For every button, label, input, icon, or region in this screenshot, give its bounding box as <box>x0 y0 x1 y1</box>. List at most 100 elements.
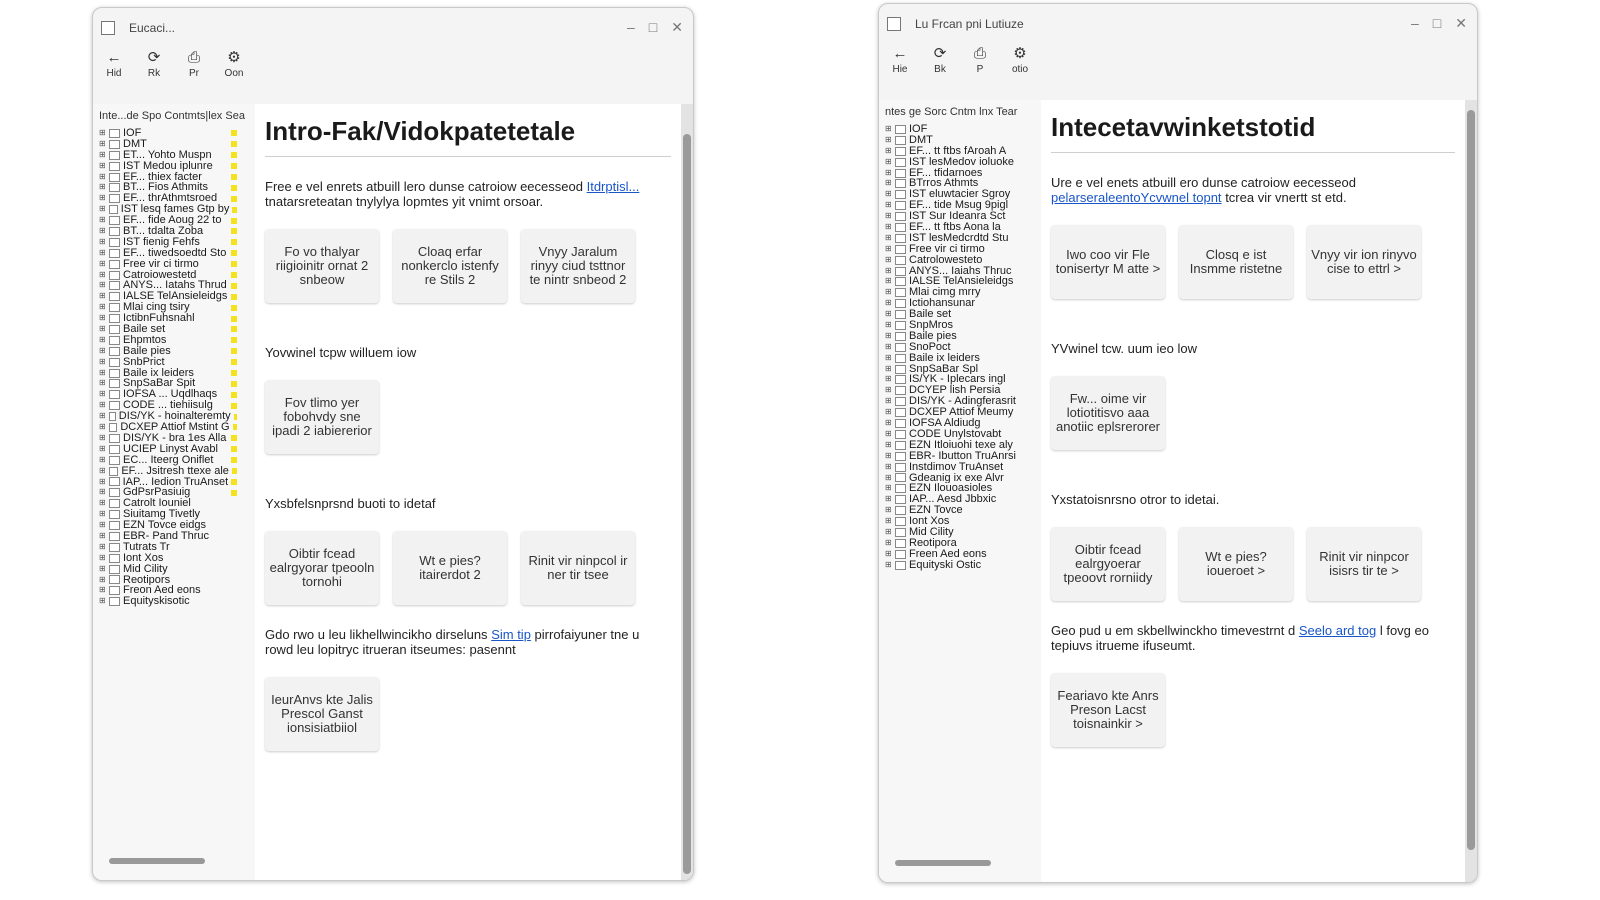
expand-icon[interactable]: ⊞ <box>885 385 892 396</box>
tree-item[interactable]: ⊞ Baile pies <box>99 346 255 357</box>
expand-icon[interactable]: ⊞ <box>99 357 106 368</box>
expand-icon[interactable]: ⊞ <box>99 564 106 575</box>
expand-icon[interactable]: ⊞ <box>885 538 892 549</box>
tree-item[interactable]: ⊞ ANYS... Iatahs Thrud <box>99 280 255 291</box>
tree-item[interactable]: ⊞ IOFSA Aldiudg <box>885 418 1041 429</box>
expand-icon[interactable]: ⊞ <box>885 178 892 189</box>
topic-card[interactable]: Fw... oime vir lotiotitisvo aaa anotiic … <box>1051 376 1165 450</box>
tree-item[interactable]: ⊞ Equityski Ostic <box>885 560 1041 571</box>
expand-icon[interactable]: ⊞ <box>99 466 106 477</box>
tree-item[interactable]: ⊞ IALSE TelAnsieleidgs <box>99 291 255 302</box>
toolbar-back-button[interactable]: ⟳ Rk <box>139 48 169 104</box>
tree-item[interactable]: ⊞ EF... fide Aoug 22 to <box>99 215 255 226</box>
expand-icon[interactable]: ⊞ <box>885 407 892 418</box>
expand-icon[interactable]: ⊞ <box>885 440 892 451</box>
tree-item[interactable]: ⊞ Tutrats Tr <box>99 542 255 553</box>
tree-item[interactable]: ⊞ Gdeanig ix exe Alvr <box>885 473 1041 484</box>
tree-item[interactable]: ⊞ Baile set <box>99 324 255 335</box>
topic-card[interactable]: Cloaq erfar nonkerclo istenfy re Stils 2 <box>393 229 507 303</box>
tree-item[interactable]: ⊞ Baile ix leiders <box>99 368 255 379</box>
tree-item[interactable]: ⊞ SnbPrict <box>99 357 255 368</box>
topic-card[interactable]: IeurAnvs kte Jalis Prescol Ganst ionsisi… <box>265 677 379 751</box>
tree-item[interactable]: ⊞ Mlai cimg mrry <box>885 287 1041 298</box>
tree-item[interactable]: ⊞ Free vir ci tirmo <box>99 259 255 270</box>
expand-icon[interactable]: ⊞ <box>99 422 106 433</box>
expand-icon[interactable]: ⊞ <box>885 505 892 516</box>
tree-item[interactable]: ⊞ Ehpmtos <box>99 335 255 346</box>
horizontal-scrollbar[interactable] <box>109 858 205 864</box>
expand-icon[interactable]: ⊞ <box>885 462 892 473</box>
tree-item[interactable]: ⊞ IS/YK - Iplecars ingl <box>885 374 1041 385</box>
tree-item[interactable]: ⊞ Catroiowestetd <box>99 270 255 281</box>
scrollbar-thumb[interactable] <box>683 134 691 874</box>
tree-item[interactable]: ⊞ DMT <box>885 135 1041 146</box>
expand-icon[interactable]: ⊞ <box>885 146 892 157</box>
tree-item[interactable]: ⊞ CODE Unylstovabt <box>885 429 1041 440</box>
expand-icon[interactable]: ⊞ <box>99 182 106 193</box>
tree-item[interactable]: ⊞ ET... Yohto Muspn <box>99 150 255 161</box>
expand-icon[interactable]: ⊞ <box>885 516 892 527</box>
topic-card[interactable]: Wt e pies? ioueroet > <box>1179 527 1293 601</box>
toolbar-hide-button[interactable]: ← Hie <box>885 44 915 100</box>
expand-icon[interactable]: ⊞ <box>885 320 892 331</box>
tree-item[interactable]: ⊞ EF... tt ftbs fAroah A <box>885 146 1041 157</box>
tree-item[interactable]: ⊞ SnoPoct <box>885 342 1041 353</box>
tree-item[interactable]: ⊞ Reotipors <box>99 575 255 586</box>
tree-item[interactable]: ⊞ EF... tfidarnoes <box>885 168 1041 179</box>
expand-icon[interactable]: ⊞ <box>885 244 892 255</box>
expand-icon[interactable]: ⊞ <box>885 418 892 429</box>
tree-item[interactable]: ⊞ DIS/YK - hoinalteremty <box>99 411 255 422</box>
expand-icon[interactable]: ⊞ <box>99 553 106 564</box>
expand-icon[interactable]: ⊞ <box>99 291 106 302</box>
close-icon[interactable]: ✕ <box>671 20 683 34</box>
tree-item[interactable]: ⊞ Mid Cility <box>885 527 1041 538</box>
expand-icon[interactable]: ⊞ <box>99 542 106 553</box>
tree-item[interactable]: ⊞ IST eluwtacier Sgroy <box>885 189 1041 200</box>
tree-item[interactable]: ⊞ IST lesq fames Gtp by <box>99 204 255 215</box>
expand-icon[interactable]: ⊞ <box>99 455 106 466</box>
tree-item[interactable]: ⊞ DCXEP Attiof Meumy <box>885 407 1041 418</box>
tree-item[interactable]: ⊞ Baile pies <box>885 331 1041 342</box>
expand-icon[interactable]: ⊞ <box>99 378 106 389</box>
tree-item[interactable]: ⊞ EF... thiex facter <box>99 172 255 183</box>
topic-card[interactable]: Fo vo thalyar riigioinitr ornat 2 snbeow <box>265 229 379 303</box>
tree-item[interactable]: ⊞ DIS/YK - bra 1es Alla <box>99 433 255 444</box>
tree-item[interactable]: ⊞ IOF <box>99 128 255 139</box>
tree-item[interactable]: ⊞ EC... Iteerg Oniflet <box>99 455 255 466</box>
tree-item[interactable]: ⊞ BT... tdalta Zoba <box>99 226 255 237</box>
expand-icon[interactable]: ⊞ <box>99 270 106 281</box>
expand-icon[interactable]: ⊞ <box>885 255 892 266</box>
topic-card[interactable]: Oibtir fcead ealrgyorar tpeooln tornohi <box>265 531 379 605</box>
section-link[interactable]: Seelo ard tog <box>1299 623 1376 638</box>
expand-icon[interactable]: ⊞ <box>99 477 106 488</box>
expand-icon[interactable]: ⊞ <box>99 520 106 531</box>
toolbar-back-button[interactable]: ⟳ Bk <box>925 44 955 100</box>
topic-card[interactable]: Iwo coo vir Fle tonisertyr M atte > <box>1051 225 1165 299</box>
tree-item[interactable]: ⊞ Mid Cility <box>99 564 255 575</box>
tree-item[interactable]: ⊞ UCIEP Linyst Avabl <box>99 444 255 455</box>
minimize-icon[interactable]: – <box>627 20 635 34</box>
tree-item[interactable]: ⊞ ANYS... Iaiahs Thruc <box>885 266 1041 277</box>
expand-icon[interactable]: ⊞ <box>885 494 892 505</box>
expand-icon[interactable]: ⊞ <box>99 389 106 400</box>
expand-icon[interactable]: ⊞ <box>885 527 892 538</box>
tree-item[interactable]: ⊞ IST lesMedcrdtd Stu <box>885 233 1041 244</box>
expand-icon[interactable]: ⊞ <box>885 483 892 494</box>
tree-item[interactable]: ⊞ SnpSaBar Spl <box>885 364 1041 375</box>
expand-icon[interactable]: ⊞ <box>99 172 106 183</box>
expand-icon[interactable]: ⊞ <box>885 189 892 200</box>
tree-item[interactable]: ⊞ EF... tiwedsoedtd Sto <box>99 248 255 259</box>
tree-item[interactable]: ⊞ IOF <box>885 124 1041 135</box>
expand-icon[interactable]: ⊞ <box>99 368 106 379</box>
expand-icon[interactable]: ⊞ <box>99 193 106 204</box>
topic-card[interactable]: Fov tlimo yer fobohvdy sne ipadi 2 iabie… <box>265 380 379 454</box>
expand-icon[interactable]: ⊞ <box>885 222 892 233</box>
tree-item[interactable]: ⊞ EZN Ilouoasioles <box>885 483 1041 494</box>
tree-item[interactable]: ⊞ IOFSA ... Uqdlhaqs <box>99 389 255 400</box>
expand-icon[interactable]: ⊞ <box>99 498 106 509</box>
expand-icon[interactable]: ⊞ <box>885 451 892 462</box>
expand-icon[interactable]: ⊞ <box>885 157 892 168</box>
scrollbar-thumb[interactable] <box>1467 110 1475 850</box>
expand-icon[interactable]: ⊞ <box>99 139 106 150</box>
expand-icon[interactable]: ⊞ <box>885 124 892 135</box>
